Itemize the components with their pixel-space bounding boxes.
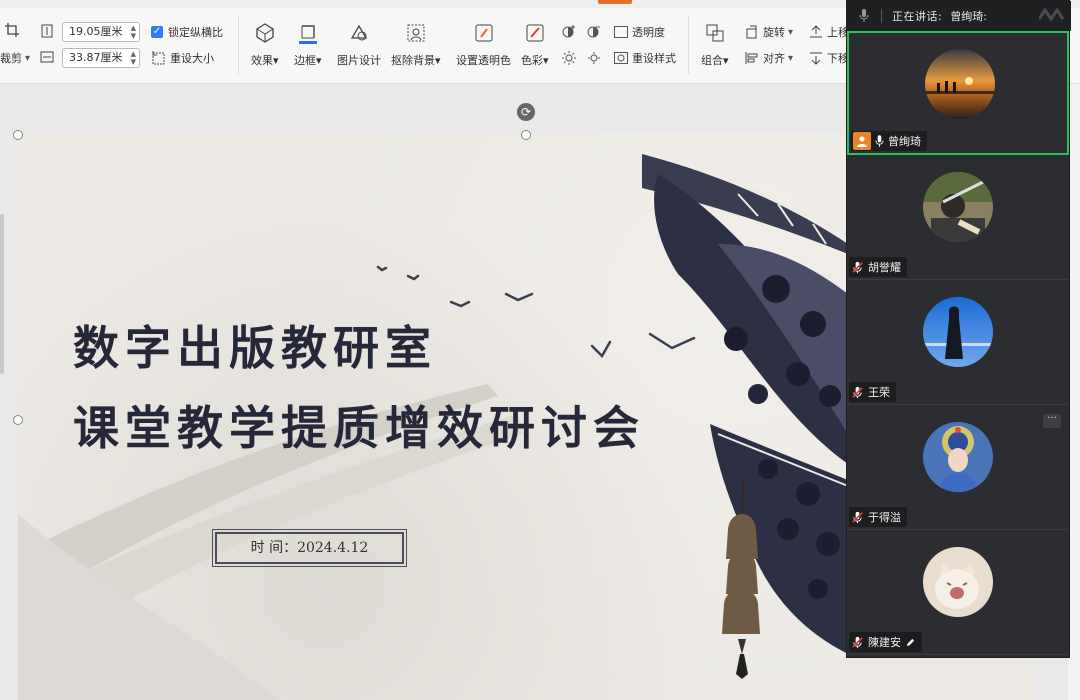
avatar <box>923 172 993 242</box>
picture-design-icon <box>350 24 368 41</box>
border-button[interactable]: 边框▾ <box>294 22 322 68</box>
brightness-up-icon[interactable] <box>562 51 576 65</box>
meeting-participants-panel: 正在讲话: 曾绚琦: 曾绚琦 胡誉耀 王荣 ··· 于得溢 陳建安 <box>846 0 1071 658</box>
reset-style-button[interactable]: 重设样式 <box>613 50 676 66</box>
reset-size-icon <box>152 51 165 65</box>
avatar <box>923 422 993 492</box>
reset-size-button[interactable]: 重设大小 <box>151 50 214 66</box>
screen: 裁剪 ▾ 19.05厘米 ▲ ▼ 33.87厘米 ▲ ▼ ✓ 锁定纵横比 重设大小 效果▾… <box>0 0 1080 700</box>
resize-handle-top-center[interactable] <box>521 130 531 140</box>
resize-handle-middle-left[interactable] <box>13 415 23 425</box>
avatar <box>923 297 993 367</box>
rotate-button[interactable]: 旋转 ▾ <box>744 24 793 40</box>
group-button[interactable]: 组合▾ <box>701 22 729 68</box>
lock-ratio-label: 锁定纵横比 <box>168 26 223 39</box>
reset-style-icon <box>614 52 628 64</box>
avatar <box>925 49 995 119</box>
rotate-icon <box>746 25 757 39</box>
meeting-app-logo-icon <box>1039 7 1065 22</box>
participant-name-tag: 于得溢 <box>849 507 907 527</box>
slide-title-line-1[interactable]: 数字出版教研室 <box>73 312 437 378</box>
lock-ratio-checkbox[interactable]: ✓ <box>151 26 163 38</box>
height-icon <box>41 24 53 38</box>
crop-icon[interactable] <box>4 22 20 38</box>
speaking-name: 曾绚琦: <box>950 10 987 23</box>
microphone-muted-icon <box>852 261 863 273</box>
participant-tile[interactable]: 胡誉耀 <box>847 156 1069 280</box>
border-icon <box>298 25 317 44</box>
vertical-scrollbar[interactable] <box>0 214 4 374</box>
speaking-indicator-bar: 正在讲话: 曾绚琦: <box>847 1 1071 31</box>
transparency-button[interactable]: 透明度 <box>613 24 665 40</box>
brightness-down-icon[interactable] <box>587 51 601 65</box>
bring-forward-icon <box>810 25 822 38</box>
participant-name-tag: 陳建安 <box>849 632 922 652</box>
width-icon <box>40 51 54 63</box>
remove-background-icon <box>407 24 425 42</box>
group-icon <box>706 24 724 42</box>
contrast-down-icon[interactable] <box>587 24 601 38</box>
contrast-up-icon[interactable] <box>562 24 576 38</box>
microphone-muted-icon <box>852 511 863 523</box>
width-input[interactable]: 33.87厘米 ▲ ▼ <box>62 48 140 68</box>
participant-name-tag: 胡誉耀 <box>849 257 907 277</box>
microphone-muted-icon <box>852 386 863 398</box>
more-options-icon[interactable]: ··· <box>1043 414 1061 428</box>
crop-label: 裁剪 <box>0 52 22 65</box>
participant-name: 曾绚琦 <box>888 135 921 148</box>
send-backward-icon <box>810 52 822 65</box>
participant-name: 陳建安 <box>868 636 901 649</box>
send-backward-button[interactable]: 下移 <box>808 50 849 66</box>
rotate-handle-icon[interactable]: ⟳ <box>517 103 535 121</box>
align-button[interactable]: 对齐 ▾ <box>744 50 793 66</box>
participant-name-tag: 王荣 <box>849 382 896 402</box>
participant-name-tag: 曾绚琦 <box>851 131 927 151</box>
microphone-muted-icon <box>852 636 863 648</box>
transparent-color-icon <box>475 24 492 42</box>
active-tab-indicator <box>598 0 632 4</box>
bring-forward-button[interactable]: 上移 <box>808 24 849 40</box>
participant-name: 胡誉耀 <box>868 261 901 274</box>
participant-name: 于得溢 <box>868 511 901 524</box>
pencil-icon[interactable] <box>905 637 916 648</box>
transparency-icon <box>614 26 628 38</box>
speaking-label: 正在讲话: <box>892 10 943 23</box>
set-transparent-color-button[interactable]: 设置透明色 <box>456 22 511 68</box>
participant-tile[interactable]: ··· 于得溢 <box>847 406 1069 530</box>
effects-icon <box>256 23 274 43</box>
remove-background-button[interactable]: 抠除背景▾ <box>391 22 441 68</box>
date-textbox[interactable]: 时 间：2024.4.12 <box>212 529 407 567</box>
color-icon <box>526 24 544 42</box>
align-icon <box>745 52 758 64</box>
crop-button[interactable]: 裁剪 ▾ <box>0 50 30 66</box>
microphone-on-icon <box>875 134 884 147</box>
picture-design-button[interactable]: 图片设计 <box>337 22 381 68</box>
avatar <box>923 547 993 617</box>
participant-tile[interactable]: 陳建安 <box>847 531 1069 655</box>
resize-handle-top-left[interactable] <box>13 130 23 140</box>
host-person-icon <box>853 132 871 150</box>
slide-title-line-2[interactable]: 课堂教学提质增效研讨会 <box>73 392 645 458</box>
color-button[interactable]: 色彩▾ <box>521 22 549 68</box>
participant-tile[interactable]: 王荣 <box>847 281 1069 405</box>
participant-tile[interactable]: 曾绚琦 <box>847 31 1069 155</box>
height-input[interactable]: 19.05厘米 ▲ ▼ <box>62 22 140 42</box>
microphone-icon[interactable] <box>859 9 869 23</box>
participant-name: 王荣 <box>868 386 890 399</box>
effects-button[interactable]: 效果▾ <box>251 22 279 68</box>
